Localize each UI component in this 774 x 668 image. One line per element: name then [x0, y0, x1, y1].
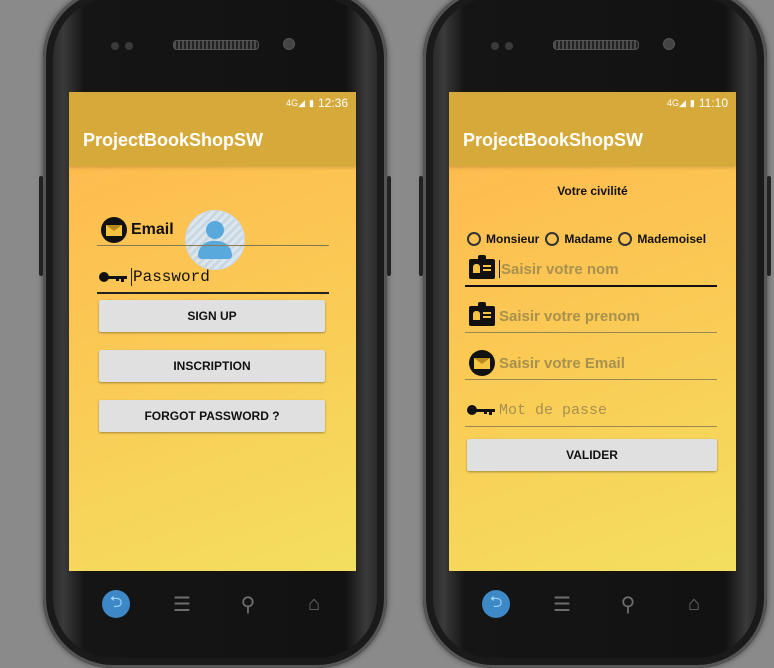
side-key	[767, 176, 771, 276]
text-cursor	[499, 260, 500, 278]
id-card-icon	[469, 302, 495, 326]
battery-icon: ▮	[309, 97, 314, 108]
app-bar: ProjectBookShopSW	[449, 114, 736, 166]
status-bar: 4G◢ ▮ 11:10	[449, 92, 736, 114]
earpiece-speaker	[173, 40, 259, 50]
radio-circle[interactable]	[467, 232, 481, 246]
back-icon[interactable]: ⮌	[102, 590, 130, 618]
email-field[interactable]: Saisir votre Email	[465, 347, 717, 380]
key-icon	[99, 271, 129, 283]
prenom-placeholder: Saisir votre prenom	[499, 307, 640, 325]
text-cursor	[131, 268, 132, 286]
radio-mademoiselle[interactable]: Mademoisel	[618, 232, 706, 246]
4g-icon: 4G◢	[286, 97, 306, 108]
side-key	[387, 176, 391, 276]
app-title: ProjectBookShopSW	[463, 129, 644, 150]
app-title: ProjectBookShopSW	[83, 129, 264, 150]
valider-button[interactable]: VALIDER	[467, 439, 717, 471]
radio-label: Madame	[564, 232, 613, 246]
phone-right: 4G◢ ▮ 11:10 ProjectBookShopSW Votre civi…	[419, 0, 771, 668]
phone-top-bezel	[423, 0, 767, 80]
app-bar: ProjectBookShopSW	[69, 114, 356, 166]
radio-circle[interactable]	[618, 232, 633, 246]
home-icon[interactable]: ⌂	[680, 590, 708, 618]
civility-radio-group: Monsieur Madame Mademoisel	[467, 232, 706, 246]
email-field-label: Email	[131, 221, 174, 238]
side-key	[419, 176, 423, 276]
id-card-icon	[469, 255, 495, 279]
home-icon[interactable]: ⌂	[300, 590, 328, 618]
key-icon	[467, 404, 497, 416]
menu-icon[interactable]: ☰	[548, 590, 576, 618]
phone-top-bezel	[43, 0, 387, 80]
envelope-icon	[101, 217, 127, 243]
nom-field[interactable]: Saisir votre nom	[465, 253, 717, 287]
password-field[interactable]: Mot de passe	[465, 394, 717, 427]
front-camera	[283, 38, 295, 50]
4g-icon: 4G◢	[666, 97, 686, 108]
phone-nav-bar: ⮌ ☰ ⚲ ⌂	[43, 584, 387, 624]
forgot-password-button[interactable]: FORGOT PASSWORD ?	[99, 400, 325, 432]
password-field-value: Password	[133, 268, 210, 286]
radio-label: Mademoisel	[637, 232, 707, 246]
search-icon[interactable]: ⚲	[614, 590, 642, 618]
radio-circle[interactable]	[545, 232, 560, 246]
radio-label: Monsieur	[486, 232, 540, 246]
password-field[interactable]: Password	[97, 262, 329, 294]
civility-title: Votre civilité	[557, 184, 628, 198]
login-screen: 4G◢ ▮ 12:36 ProjectBookShopSW Email Pass…	[69, 92, 356, 571]
side-key	[39, 176, 43, 276]
camera-dots	[491, 37, 531, 50]
phone-left: 4G◢ ▮ 12:36 ProjectBookShopSW Email Pass…	[39, 0, 391, 668]
status-time: 11:10	[698, 96, 728, 110]
earpiece-speaker	[553, 40, 639, 50]
back-icon[interactable]: ⮌	[482, 590, 510, 618]
nom-placeholder: Saisir votre nom	[501, 260, 619, 278]
radio-monsieur[interactable]: Monsieur	[467, 232, 539, 246]
menu-icon[interactable]: ☰	[168, 590, 196, 618]
status-time: 12:36	[317, 96, 348, 110]
email-placeholder: Saisir votre Email	[499, 354, 625, 372]
search-icon[interactable]: ⚲	[234, 590, 262, 618]
battery-icon: ▮	[689, 97, 695, 108]
inscription-button[interactable]: INSCRIPTION	[99, 350, 325, 382]
register-screen: 4G◢ ▮ 11:10 ProjectBookShopSW Votre civi…	[449, 92, 736, 571]
password-placeholder: Mot de passe	[499, 401, 608, 419]
status-bar: 4G◢ ▮ 12:36	[69, 92, 356, 114]
sign-up-button[interactable]: SIGN UP	[99, 300, 325, 332]
phone-nav-bar: ⮌ ☰ ⚲ ⌂	[423, 584, 767, 624]
front-camera	[663, 38, 675, 50]
envelope-icon	[469, 350, 495, 376]
email-field[interactable]: Email	[97, 215, 329, 246]
prenom-field[interactable]: Saisir votre prenom	[465, 300, 717, 333]
camera-dots	[111, 37, 151, 50]
radio-madame[interactable]: Madame	[545, 232, 612, 246]
